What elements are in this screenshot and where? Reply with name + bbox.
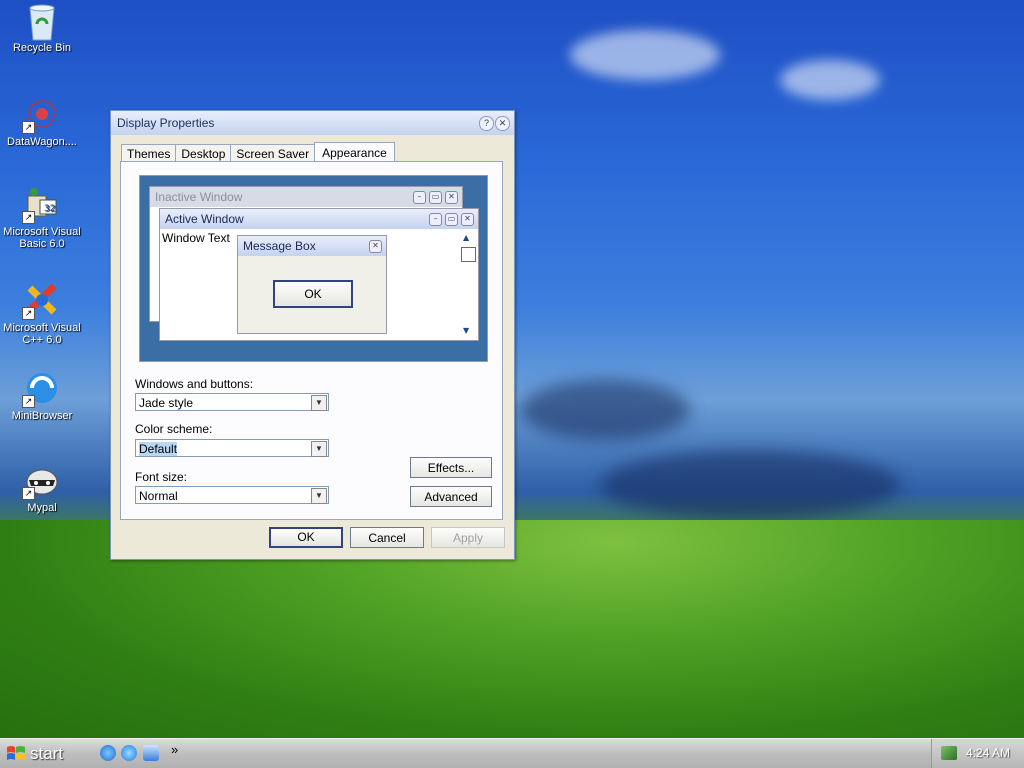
advanced-button[interactable]: Advanced: [410, 486, 492, 507]
help-button[interactable]: ?: [479, 116, 494, 131]
minimize-icon: –: [429, 213, 442, 226]
network-icon[interactable]: [941, 746, 957, 760]
chevron-down-icon[interactable]: ▼: [311, 395, 327, 411]
internet-explorer-icon[interactable]: [100, 745, 116, 761]
color-scheme-value: Default: [139, 442, 178, 456]
font-size-select[interactable]: Normal ▼: [135, 486, 329, 504]
desktop-icon-label: Recycle Bin: [12, 42, 72, 54]
desktop-icon-label: MiniBrowser: [11, 410, 73, 422]
maximize-icon: ▭: [445, 213, 458, 226]
start-button[interactable]: start: [4, 742, 63, 766]
close-icon: ✕: [369, 240, 382, 253]
system-tray: 4:24 AM: [931, 739, 1024, 768]
mypal-icon: ↗: [22, 462, 60, 500]
visual-basic-icon: 32 ↗: [22, 186, 60, 224]
chevron-down-icon[interactable]: ▼: [311, 441, 327, 457]
color-scheme-select[interactable]: Default ▼: [135, 439, 329, 457]
chevron-down-icon[interactable]: ▼: [311, 488, 327, 504]
desktop-icon-datawagon[interactable]: ↗ DataWagon....: [0, 96, 84, 148]
visual-cpp-icon: ↗: [22, 282, 60, 320]
quick-launch-overflow[interactable]: »: [171, 742, 178, 757]
datawagon-icon: ↗: [22, 96, 60, 134]
dialog-titlebar[interactable]: Display Properties ? ✕: [111, 111, 514, 135]
color-scheme-label: Color scheme:: [135, 422, 213, 436]
font-size-label: Font size:: [135, 470, 188, 484]
preview-message-box: Message Box ✕ OK: [237, 235, 387, 334]
clock[interactable]: 4:24 AM: [966, 746, 1010, 760]
shortcut-arrow-icon: ↗: [22, 487, 35, 500]
display-properties-dialog: Display Properties ? ✕ Themes Desktop Scre…: [110, 110, 515, 560]
windows-and-buttons-value: Jade style: [139, 396, 194, 410]
windows-logo-icon: [7, 746, 25, 760]
minibrowser-icon[interactable]: [121, 745, 137, 761]
outlook-express-icon[interactable]: [143, 745, 159, 761]
preview-ok-button: OK: [273, 280, 353, 308]
preview-message-box-title: Message Box: [238, 236, 386, 256]
scroll-up-icon: ▲: [463, 233, 470, 242]
wallpaper-cloud: [600, 450, 900, 520]
close-icon: ✕: [461, 213, 474, 226]
font-size-value: Normal: [139, 489, 178, 503]
close-button[interactable]: ✕: [495, 116, 510, 131]
close-icon: ✕: [445, 191, 458, 204]
appearance-panel: Inactive Window – ▭ ✕ Active Window – ▭ …: [120, 161, 503, 520]
shortcut-arrow-icon: ↗: [22, 121, 35, 134]
desktop-icon-label: DataWagon....: [7, 136, 77, 148]
desktop-icon-label: Mypal: [27, 502, 57, 514]
desktop-icon-recycle-bin[interactable]: Recycle Bin: [0, 2, 84, 54]
shortcut-arrow-icon: ↗: [22, 307, 35, 320]
shortcut-arrow-icon: ↗: [22, 395, 35, 408]
windows-and-buttons-select[interactable]: Jade style ▼: [135, 393, 329, 411]
scroll-down-icon: ▼: [463, 326, 470, 335]
desktop-icon-mypal[interactable]: ↗ Mypal: [0, 462, 84, 514]
minimize-icon: –: [413, 191, 426, 204]
appearance-preview: Inactive Window – ▭ ✕ Active Window – ▭ …: [139, 175, 488, 362]
desktop-icon-visual-cpp[interactable]: ↗ Microsoft Visual C++ 6.0: [0, 282, 84, 346]
preview-scrollbar: ▲ ▼: [460, 231, 476, 337]
minibrowser-icon: ↗: [22, 370, 60, 408]
wallpaper-cloud: [780, 60, 880, 100]
shortcut-arrow-icon: ↗: [22, 211, 35, 224]
recycle-bin-icon: [24, 2, 60, 41]
tab-strip: Themes Desktop Screen Saver Appearance: [121, 141, 395, 164]
desktop-icon-visual-basic[interactable]: 32 ↗ Microsoft Visual Basic 6.0: [0, 186, 84, 250]
ok-button[interactable]: OK: [269, 527, 343, 548]
maximize-icon: ▭: [429, 191, 442, 204]
preview-window-text: Window Text: [162, 231, 230, 245]
wallpaper-cloud: [520, 380, 690, 440]
effects-button[interactable]: Effects...: [410, 457, 492, 478]
desktop-icon-label: Microsoft Visual C++ 6.0: [3, 322, 81, 346]
start-label: start: [30, 744, 64, 763]
desktop-icon-label: Microsoft Visual Basic 6.0: [3, 226, 81, 250]
taskbar: start » 4:24 AM: [0, 738, 1024, 768]
cancel-button[interactable]: Cancel: [350, 527, 424, 548]
scroll-thumb: [461, 247, 476, 262]
apply-button[interactable]: Apply: [431, 527, 505, 548]
wallpaper-cloud: [570, 30, 720, 80]
dialog-title: Display Properties: [117, 116, 215, 130]
svg-text:32: 32: [44, 204, 55, 214]
windows-and-buttons-label: Windows and buttons:: [135, 377, 254, 391]
desktop-icon-minibrowser[interactable]: ↗ MiniBrowser: [0, 370, 84, 422]
